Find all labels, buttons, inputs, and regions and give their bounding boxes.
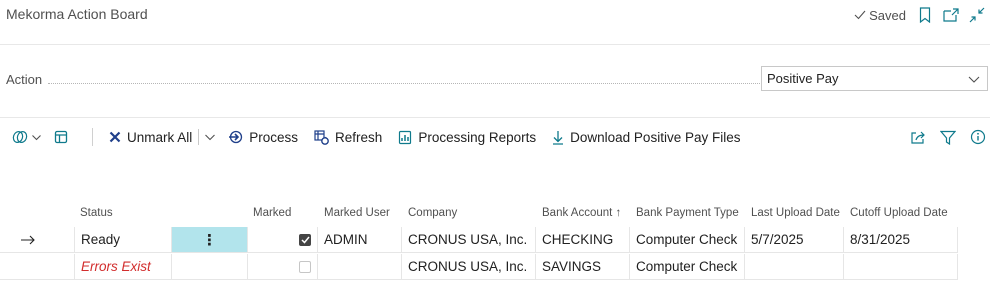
- bank-payment-type-cell[interactable]: Computer Check: [630, 254, 745, 280]
- action-select-value: Positive Pay: [767, 71, 839, 86]
- last-upload-date-cell[interactable]: [745, 254, 844, 280]
- unmark-all-label: Unmark All: [127, 129, 193, 145]
- processing-reports-label: Processing Reports: [418, 129, 537, 145]
- action-select[interactable]: Positive Pay: [761, 66, 988, 91]
- view-layers-icon: [12, 131, 28, 143]
- layout-button[interactable]: [54, 125, 74, 149]
- marked-user-cell[interactable]: [318, 254, 402, 280]
- bank-payment-type-cell[interactable]: Computer Check: [630, 227, 745, 253]
- company-cell[interactable]: CRONUS USA, Inc.: [402, 227, 536, 253]
- checkbox-checked-icon: [299, 233, 311, 246]
- column-header-bank-account[interactable]: Bank Account ↑: [542, 207, 621, 219]
- toolbar-right-actions: [910, 125, 986, 149]
- status-cell[interactable]: Errors Exist: [74, 254, 172, 280]
- report-icon: [399, 130, 412, 144]
- bank-account-cell[interactable]: SAVINGS: [536, 254, 630, 280]
- column-header-marked[interactable]: Marked: [253, 207, 291, 219]
- last-upload-date-cell[interactable]: 5/7/2025: [745, 227, 844, 253]
- column-header-status[interactable]: Status: [80, 207, 113, 219]
- column-header-last-upload-date[interactable]: Last Upload Date: [751, 207, 840, 219]
- row-indicator: [0, 254, 74, 280]
- process-button[interactable]: Process: [228, 125, 298, 149]
- column-header-bank-account-label: Bank Account: [542, 207, 613, 219]
- collapse-icon[interactable]: [964, 4, 990, 26]
- column-header-cutoff-upload-date[interactable]: Cutoff Upload Date: [850, 207, 948, 219]
- saved-status: Saved: [854, 8, 906, 23]
- column-header-bank-payment-type[interactable]: Bank Payment Type: [636, 207, 739, 219]
- chevron-down-icon: [205, 134, 216, 141]
- action-field-leader: [48, 83, 760, 84]
- refresh-label: Refresh: [335, 129, 383, 145]
- download-icon: [553, 130, 564, 145]
- row-actions-button[interactable]: ⋮: [172, 227, 248, 253]
- table-row[interactable]: Ready ⋮ ADMIN CRONUS USA, Inc. CHECKING …: [0, 227, 958, 253]
- sort-ascending-icon: ↑: [615, 207, 622, 219]
- unmark-all-button[interactable]: Unmark All: [109, 125, 192, 149]
- company-cell[interactable]: CRONUS USA, Inc.: [402, 254, 536, 280]
- bookmark-icon[interactable]: [912, 4, 938, 26]
- share-icon[interactable]: [910, 130, 926, 145]
- chevron-down-icon: [32, 134, 41, 140]
- header-actions: Saved: [854, 4, 990, 26]
- info-icon[interactable]: [970, 129, 986, 145]
- current-row-indicator: [0, 227, 74, 253]
- table-row[interactable]: Errors Exist CRONUS USA, Inc. SAVINGS Co…: [0, 254, 958, 280]
- marked-user-cell[interactable]: ADMIN: [318, 227, 402, 253]
- marked-checkbox[interactable]: [248, 254, 318, 280]
- column-header-marked-user[interactable]: Marked User: [324, 207, 390, 219]
- page-title: Mekorma Action Board: [6, 6, 148, 22]
- chevron-down-icon: [968, 76, 980, 83]
- header-divider: [0, 44, 990, 45]
- process-label: Process: [249, 129, 299, 145]
- cutoff-upload-date-cell[interactable]: 8/31/2025: [844, 227, 958, 253]
- saved-label: Saved: [869, 7, 906, 23]
- split-button-divider: [198, 129, 200, 145]
- status-cell[interactable]: Ready: [74, 227, 172, 253]
- close-icon: [109, 131, 121, 143]
- filter-icon[interactable]: [940, 130, 956, 145]
- cutoff-upload-date-cell[interactable]: [844, 254, 958, 280]
- unmark-all-menu-button[interactable]: [204, 125, 216, 149]
- processing-reports-button[interactable]: Processing Reports: [398, 125, 536, 149]
- view-options-button[interactable]: [12, 125, 42, 149]
- column-header-company[interactable]: Company: [408, 207, 457, 219]
- download-positive-pay-files-button[interactable]: Download Positive Pay Files: [552, 125, 740, 149]
- bank-account-cell[interactable]: CHECKING: [536, 227, 630, 253]
- open-in-new-window-icon[interactable]: [938, 4, 964, 26]
- table-header: Status Marked Marked User Company Bank A…: [0, 200, 958, 226]
- checkbox-unchecked-icon: [299, 260, 311, 273]
- refresh-icon: [314, 129, 329, 145]
- checkmark-icon: [854, 10, 866, 20]
- toolbar-divider: [0, 117, 990, 118]
- arrow-right-icon: [21, 235, 35, 244]
- marked-checkbox[interactable]: [248, 227, 318, 253]
- layout-icon: [54, 130, 68, 144]
- row-actions-cell[interactable]: [172, 254, 248, 280]
- action-toolbar: Unmark All Process Refresh Processing Re…: [12, 125, 756, 149]
- process-arrow-icon: [229, 130, 243, 144]
- action-label: Action: [6, 72, 43, 87]
- toolbar-separator: [92, 128, 93, 146]
- refresh-button[interactable]: Refresh: [314, 125, 382, 149]
- download-positive-pay-files-label: Download Positive Pay Files: [570, 129, 741, 145]
